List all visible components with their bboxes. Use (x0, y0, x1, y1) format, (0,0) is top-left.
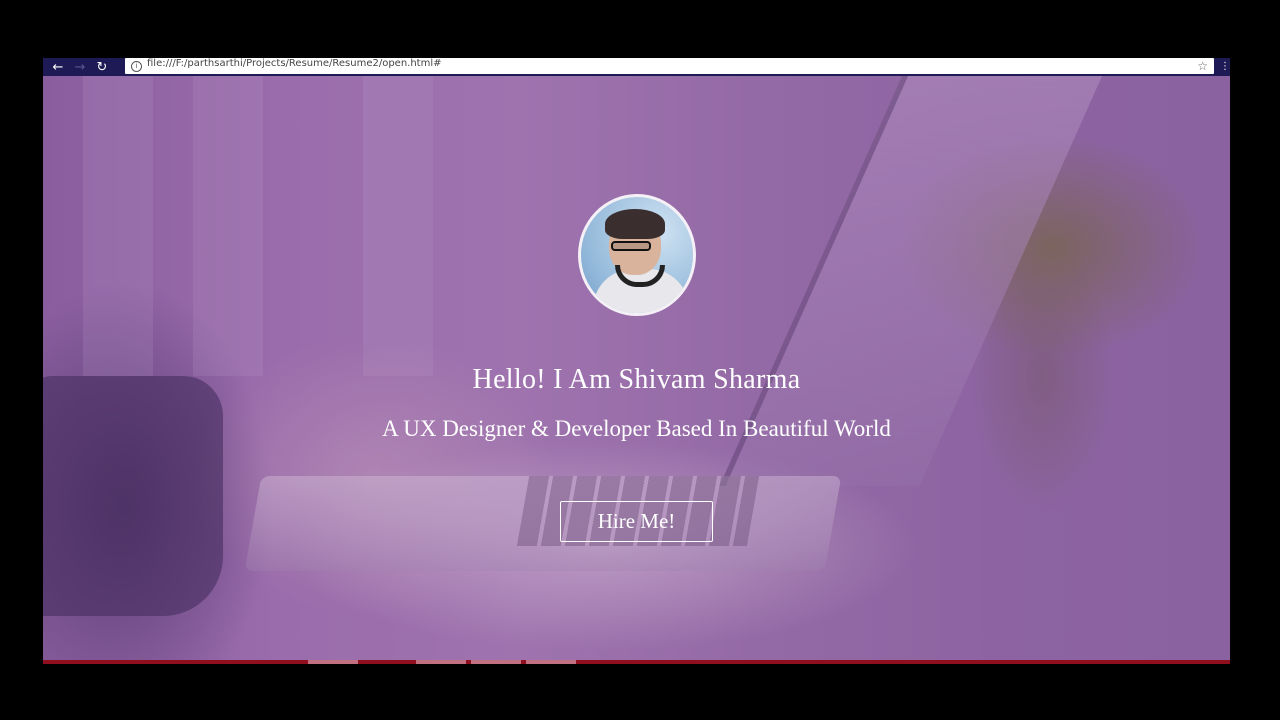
info-icon[interactable]: i (131, 60, 142, 72)
address-bar[interactable]: i file:///F:/parthsarthi/Projects/Resume… (125, 58, 1214, 74)
avatar (577, 194, 696, 316)
taskbar-item[interactable] (526, 660, 576, 664)
star-icon[interactable]: ☆ (1197, 58, 1208, 74)
browser-toolbar: ← → ↻ i file:///F:/parthsarthi/Projects/… (43, 58, 1230, 76)
taskbar-item[interactable] (416, 660, 466, 664)
menu-icon[interactable]: ⋮ (1220, 58, 1230, 76)
avatar-glasses (610, 241, 651, 251)
hire-me-button[interactable]: Hire Me! (560, 501, 713, 542)
forward-button[interactable]: → (69, 58, 91, 76)
taskbar-strip (43, 660, 1230, 664)
back-button[interactable]: ← (47, 58, 69, 76)
reload-button[interactable]: ↻ (91, 58, 113, 76)
avatar-hair (604, 209, 665, 239)
hero-subtitle: A UX Designer & Developer Based In Beaut… (382, 416, 891, 441)
taskbar-item[interactable] (308, 660, 358, 664)
hero-content: Hello! I Am Shivam Sharma A UX Designer … (43, 76, 1230, 662)
taskbar-item[interactable] (471, 660, 521, 664)
address-url[interactable]: file:///F:/parthsarthi/Projects/Resume/R… (147, 58, 442, 69)
hero-title: Hello! I Am Shivam Sharma (472, 364, 801, 395)
hero-section: Hello! I Am Shivam Sharma A UX Designer … (43, 76, 1230, 662)
